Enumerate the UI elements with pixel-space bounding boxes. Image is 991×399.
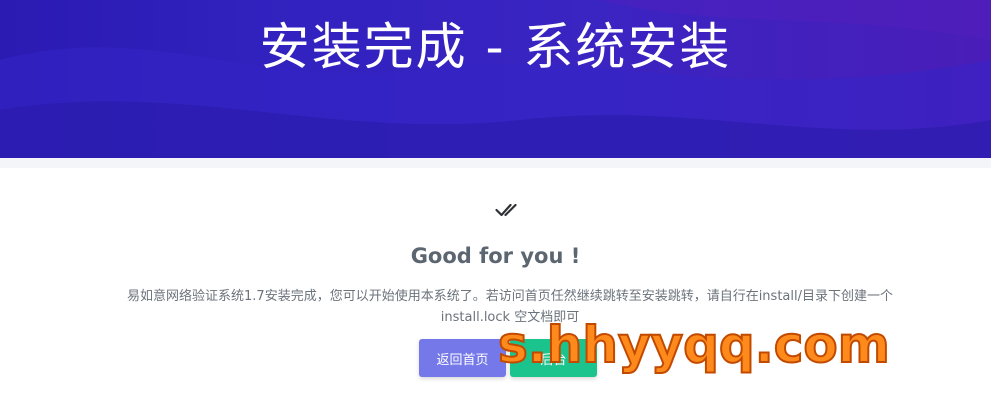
watermark-text: s.hhyyqq.com (497, 315, 891, 375)
success-headline: Good for you ! (410, 244, 581, 268)
hero-banner: 安装完成 - 系统安装 (0, 0, 991, 158)
double-check-icon (495, 203, 517, 217)
back-to-home-button[interactable]: 返回首页 (419, 339, 506, 377)
page-title: 安装完成 - 系统安装 (259, 18, 732, 76)
